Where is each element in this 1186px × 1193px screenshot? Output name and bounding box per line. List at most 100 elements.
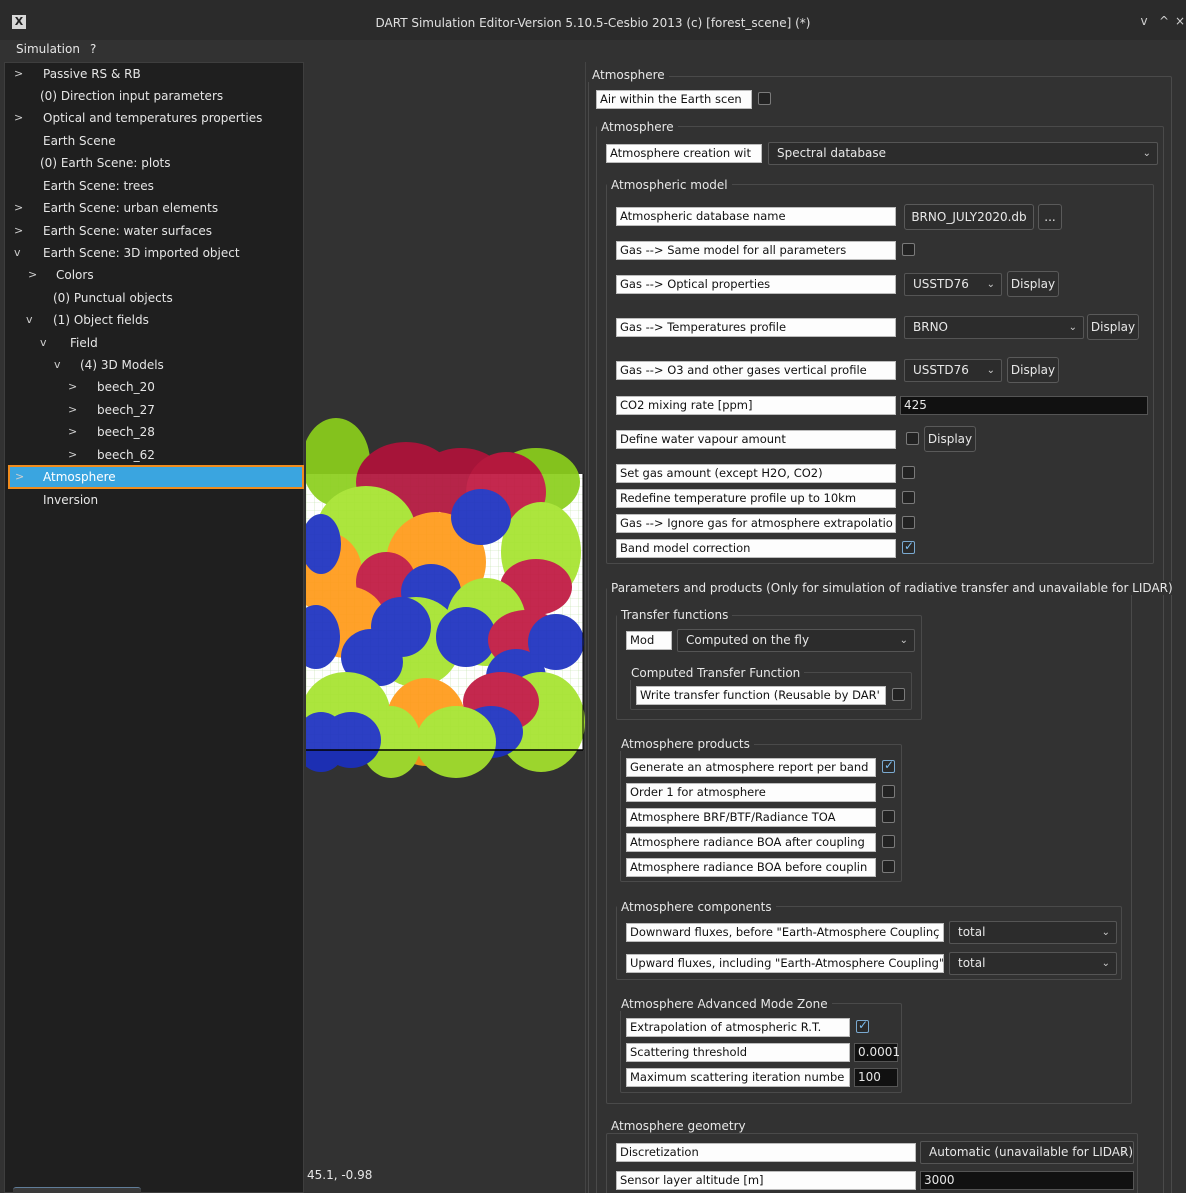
simulation-tree[interactable]: > Passive RS & RB (0) Direction input par… bbox=[4, 62, 304, 1193]
extrapolation-label: Extrapolation of atmospheric R.T. bbox=[626, 1018, 850, 1037]
tree-item[interactable]: > Optical and temperatures properties bbox=[6, 107, 302, 129]
mod-select[interactable]: Computed on the fly ⌄ bbox=[677, 629, 915, 652]
chevron-right-icon[interactable]: > bbox=[68, 444, 78, 466]
tree-item[interactable]: v (1) Object fields bbox=[6, 309, 302, 331]
temperatures-select[interactable]: BRNO ⌄ bbox=[904, 316, 1084, 339]
upward-fluxes-select[interactable]: total ⌄ bbox=[949, 952, 1117, 975]
water-display-button[interactable]: Display bbox=[924, 426, 976, 452]
window-title: DART Simulation Editor-Version 5.10.5-Ce… bbox=[375, 16, 811, 30]
product-label: Atmosphere radiance BOA after coupling bbox=[626, 833, 876, 852]
product-checkbox[interactable] bbox=[882, 758, 895, 773]
menu-simulation[interactable]: Simulation bbox=[16, 42, 80, 56]
chevron-right-icon[interactable]: > bbox=[14, 220, 24, 242]
creation-label: Atmosphere creation wit bbox=[606, 144, 762, 163]
optical-select[interactable]: USSTD76 ⌄ bbox=[904, 273, 1002, 296]
atmosphere-products-title: Atmosphere products bbox=[617, 737, 754, 751]
optical-label: Gas --> Optical properties bbox=[616, 275, 896, 294]
chevron-right-icon[interactable]: > bbox=[14, 107, 24, 129]
discretization-select[interactable]: Automatic (unavailable for LIDAR) ⌄ bbox=[920, 1141, 1134, 1164]
tree-item[interactable]: Earth Scene: trees bbox=[6, 175, 302, 197]
tree-item[interactable]: > Earth Scene: water surfaces bbox=[6, 220, 302, 242]
chevron-right-icon[interactable]: > bbox=[28, 264, 38, 286]
max-iteration-label: Maximum scattering iteration numbe bbox=[626, 1068, 850, 1087]
band-model-checkbox[interactable] bbox=[902, 539, 915, 554]
air-within-checkbox[interactable] bbox=[758, 92, 771, 105]
sensor-altitude-input[interactable]: 3000 bbox=[920, 1171, 1134, 1190]
scattering-threshold-input[interactable]: 0.0001 bbox=[854, 1043, 900, 1062]
upward-fluxes-label: Upward fluxes, including "Earth-Atmosphe… bbox=[626, 954, 944, 973]
tree-item[interactable]: v Earth Scene: 3D imported object bbox=[6, 242, 302, 264]
tree-item[interactable]: > Passive RS & RB bbox=[6, 63, 302, 85]
tree-item[interactable]: > beech_62 bbox=[6, 444, 302, 466]
chevron-down-icon: ⌄ bbox=[986, 279, 995, 290]
tree-item[interactable]: (0) Punctual objects bbox=[6, 287, 302, 309]
chevron-down-icon: ⌄ bbox=[1118, 1147, 1127, 1158]
db-name-button[interactable]: BRNO_JULY2020.db bbox=[904, 204, 1034, 230]
coordinate-readout: 45.1, -0.98 bbox=[307, 1168, 373, 1182]
scene-3d-view[interactable] bbox=[306, 62, 585, 1193]
transfer-functions-title: Transfer functions bbox=[617, 608, 733, 622]
product-checkbox[interactable] bbox=[882, 860, 895, 873]
same-model-checkbox[interactable] bbox=[902, 243, 915, 256]
downward-fluxes-label: Downward fluxes, before "Earth-Atmospher… bbox=[626, 923, 944, 942]
chevron-right-icon[interactable]: > bbox=[14, 197, 24, 219]
tree-item[interactable]: > Colors bbox=[6, 264, 302, 286]
chevron-down-icon[interactable]: v bbox=[54, 354, 64, 376]
temperatures-display-button[interactable]: Display bbox=[1087, 314, 1139, 340]
write-transfer-checkbox[interactable] bbox=[892, 688, 905, 701]
redefine-temp-label: Redefine temperature profile up to 10km bbox=[616, 489, 896, 508]
menu-help[interactable]: ? bbox=[90, 42, 96, 56]
atmospheric-model-title: Atmospheric model bbox=[607, 178, 732, 192]
tree-item-atmosphere[interactable]: > Atmosphere bbox=[8, 465, 304, 489]
browse-button[interactable]: ... bbox=[1038, 204, 1062, 230]
chevron-down-icon[interactable]: v bbox=[26, 309, 36, 331]
chevron-right-icon[interactable]: > bbox=[68, 421, 78, 443]
chevron-right-icon[interactable]: > bbox=[14, 63, 24, 85]
tree-item[interactable]: v Field bbox=[6, 332, 302, 354]
product-checkbox[interactable] bbox=[882, 835, 895, 848]
product-checkbox[interactable] bbox=[882, 810, 895, 823]
tree-item[interactable]: > beech_28 bbox=[6, 421, 302, 443]
product-checkbox[interactable] bbox=[882, 785, 895, 798]
o3-select[interactable]: USSTD76 ⌄ bbox=[904, 359, 1002, 382]
menu-bar: Simulation ? bbox=[0, 40, 1186, 60]
properties-panel[interactable]: Atmosphere Air within the Earth scen Atm… bbox=[585, 62, 1186, 1193]
chevron-right-icon[interactable]: > bbox=[68, 399, 78, 421]
tree-item[interactable]: Inversion bbox=[6, 489, 302, 511]
chevron-right-icon[interactable]: > bbox=[68, 376, 78, 398]
discretization-label: Discretization bbox=[616, 1143, 916, 1162]
o3-display-button[interactable]: Display bbox=[1007, 357, 1059, 383]
downward-fluxes-select[interactable]: total ⌄ bbox=[949, 921, 1117, 944]
co2-input[interactable]: 425 bbox=[900, 396, 1148, 415]
product-label: Atmosphere radiance BOA before couplin bbox=[626, 858, 876, 877]
gas-amount-checkbox[interactable] bbox=[902, 466, 915, 479]
tree-item[interactable]: > beech_20 bbox=[6, 376, 302, 398]
chevron-down-icon: ⌄ bbox=[1142, 148, 1151, 159]
tree-bottom-button[interactable] bbox=[13, 1187, 141, 1193]
o3-label: Gas --> O3 and other gases vertical prof… bbox=[616, 361, 896, 380]
minimize-icon[interactable]: v bbox=[1137, 14, 1151, 28]
tree-item[interactable]: (0) Earth Scene: plots bbox=[6, 152, 302, 174]
optical-display-button[interactable]: Display bbox=[1007, 271, 1059, 297]
max-iteration-input[interactable]: 100 bbox=[854, 1068, 898, 1087]
computed-transfer-title: Computed Transfer Function bbox=[627, 666, 805, 680]
db-name-label: Atmospheric database name bbox=[616, 207, 896, 226]
close-icon[interactable]: × bbox=[1173, 14, 1186, 28]
chevron-down-icon[interactable]: v bbox=[40, 332, 50, 354]
atmosphere-geometry-title: Atmosphere geometry bbox=[607, 1119, 750, 1133]
chevron-right-icon[interactable]: > bbox=[15, 467, 25, 487]
ignore-gas-checkbox[interactable] bbox=[902, 516, 915, 529]
tree-item[interactable]: > Earth Scene: urban elements bbox=[6, 197, 302, 219]
tree-item[interactable]: > beech_27 bbox=[6, 399, 302, 421]
tree-item[interactable]: v (4) 3D Models bbox=[6, 354, 302, 376]
atmosphere-components-title: Atmosphere components bbox=[617, 900, 776, 914]
chevron-down-icon[interactable]: v bbox=[14, 242, 24, 264]
maximize-icon[interactable]: ^ bbox=[1157, 14, 1171, 28]
creation-select[interactable]: Spectral database ⌄ bbox=[768, 142, 1158, 165]
extrapolation-checkbox[interactable] bbox=[856, 1018, 869, 1033]
atmosphere-inner-title: Atmosphere bbox=[597, 120, 678, 134]
tree-item[interactable]: (0) Direction input parameters bbox=[6, 85, 302, 107]
redefine-temp-checkbox[interactable] bbox=[902, 491, 915, 504]
tree-item[interactable]: Earth Scene bbox=[6, 130, 302, 152]
water-checkbox[interactable] bbox=[906, 432, 919, 445]
